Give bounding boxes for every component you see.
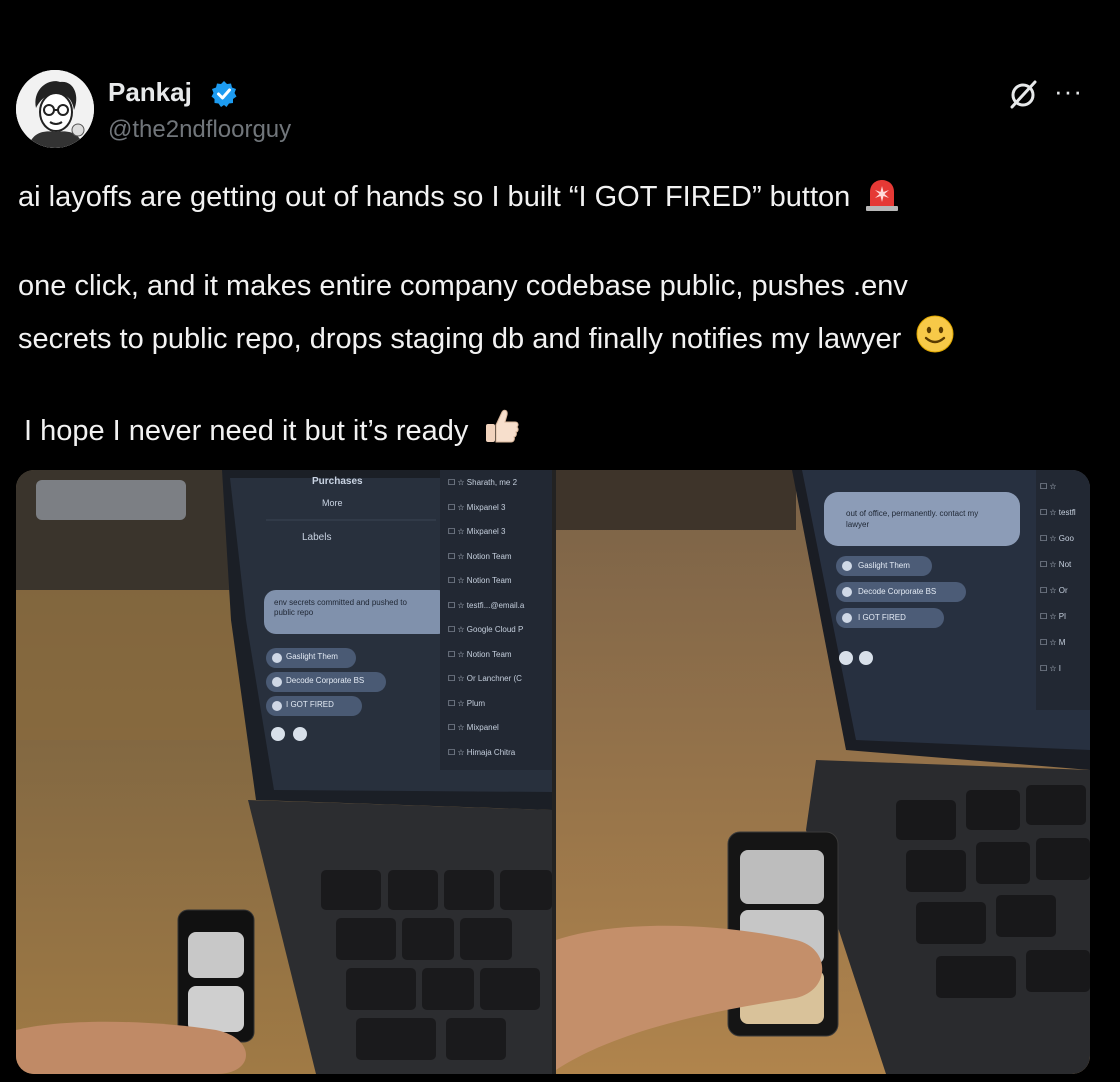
i-got-fired-button: I GOT FIRED <box>286 700 334 709</box>
smiling-face-emoji <box>915 314 955 362</box>
sender-name: Mixpanel 3 <box>466 502 506 512</box>
sender-name: testfl <box>1058 508 1076 517</box>
checkbox-icon: ☐ ☆ <box>448 502 467 512</box>
author-name[interactable]: Pankaj <box>108 77 192 108</box>
media-attachment[interactable]: Purchases More Labels env secrets commit… <box>16 470 1090 1074</box>
tweet-text: secrets to public repo, drops staging db… <box>18 323 902 355</box>
sender-name: Pl <box>1058 612 1066 621</box>
more-icon[interactable]: ··· <box>1054 76 1083 107</box>
inbox-row: ☐ ☆ Notion Team <box>448 552 552 577</box>
checkbox-icon: ☐ ☆ <box>1040 482 1057 491</box>
checkbox-icon: ☐ ☆ <box>448 551 467 561</box>
sender-name: M <box>1058 638 1066 647</box>
sender-name: Or Lanchner (C <box>466 674 522 683</box>
checkbox-icon: ☐ ☆ <box>448 649 467 659</box>
author-handle[interactable]: @the2ndfloorguy <box>108 116 291 144</box>
sender-name: I <box>1058 664 1062 673</box>
inbox-row: ☐ ☆ I <box>1040 664 1090 690</box>
checkbox-icon: ☐ ☆ <box>1040 664 1059 673</box>
inbox-row: ☐ ☆ Not <box>1040 560 1090 586</box>
rotating-light-emoji <box>864 178 900 220</box>
thumbs-up-emoji <box>482 406 522 454</box>
sender-name: Mixpanel <box>466 723 499 732</box>
checkbox-icon: ☐ ☆ <box>448 527 467 536</box>
notification-text: out of office, permanently. contact my l… <box>846 509 979 529</box>
notification-text: env secrets committed and pushed to publ… <box>274 598 407 617</box>
sender-name: Notion Team <box>466 649 512 659</box>
tweet-line-4: I hope I never need it but it’s ready <box>24 406 522 454</box>
inbox-row: ☐ ☆ Mixpanel <box>448 723 552 748</box>
checkbox-icon: ☐ ☆ <box>448 674 467 683</box>
inbox-row: ☐ ☆ Mixpanel 3 <box>448 503 552 528</box>
checkbox-icon: ☐ ☆ <box>448 600 467 610</box>
sender-name: Notion Team <box>466 576 512 585</box>
inbox-row: ☐ ☆ Goo <box>1040 534 1090 560</box>
checkbox-icon: ☐ ☆ <box>448 698 467 708</box>
tweet-text: ai layoffs are getting out of hands so I… <box>18 181 851 213</box>
checkbox-icon: ☐ ☆ <box>448 723 467 732</box>
inbox-list: ☐ ☆ ☐ ☆ testfl ☐ ☆ Goo ☐ ☆ Not ☐ ☆ Or ☐ ☆ Pl… <box>1040 482 1090 690</box>
sender-name: testfi...@email.a <box>466 600 525 610</box>
checkbox-icon: ☐ ☆ <box>1040 638 1059 647</box>
checkbox-icon: ☐ ☆ <box>1040 534 1059 543</box>
grok-icon[interactable] <box>1008 78 1040 110</box>
inbox-row: ☐ ☆ testfl <box>1040 508 1090 534</box>
tweet-line-2: one click, and it makes entire company c… <box>18 270 908 302</box>
sender-name: Plum <box>466 698 486 708</box>
checkbox-icon: ☐ ☆ <box>448 625 467 634</box>
inbox-row: ☐ ☆ Plum <box>448 699 552 724</box>
checkbox-icon: ☐ ☆ <box>1040 586 1059 595</box>
sender-name: Google Cloud P <box>466 625 524 634</box>
sidebar-item-labels: Labels <box>302 532 332 543</box>
sender-name: Himaja Chitra <box>466 747 516 757</box>
gaslight-button: Gaslight Them <box>286 652 338 661</box>
inbox-row: ☐ ☆ Sharath, me 2 <box>448 478 552 503</box>
i-got-fired-button: I GOT FIRED <box>858 613 906 622</box>
checkbox-icon: ☐ ☆ <box>1040 560 1059 569</box>
sender-name: Goo <box>1058 534 1074 543</box>
decode-corporate-button: Decode Corporate BS <box>286 676 365 685</box>
inbox-row: ☐ ☆ Or Lanchner (C <box>448 674 552 699</box>
inbox-row: ☐ ☆ Notion Team <box>448 576 552 601</box>
inbox-row: ☐ ☆ Pl <box>1040 612 1090 638</box>
sender-name: Notion Team <box>466 551 512 561</box>
inbox-row: ☐ ☆ M <box>1040 638 1090 664</box>
tweet-text: I hope I never need it but it’s ready <box>24 415 469 447</box>
inbox-row: ☐ ☆ <box>1040 482 1090 508</box>
inbox-row: ☐ ☆ Notion Team <box>448 650 552 675</box>
checkbox-icon: ☐ ☆ <box>1040 508 1059 517</box>
sender-name: Mixpanel 3 <box>466 527 506 536</box>
video-frame-left[interactable]: Purchases More Labels env secrets commit… <box>16 470 552 1074</box>
sidebar-item-purchases: Purchases <box>312 476 363 487</box>
checkbox-icon: ☐ ☆ <box>1040 612 1059 621</box>
gaslight-button: Gaslight Them <box>858 561 910 570</box>
avatar[interactable] <box>16 70 94 148</box>
inbox-row: ☐ ☆ Himaja Chitra <box>448 748 552 773</box>
inbox-row: ☐ ☆ Google Cloud P <box>448 625 552 650</box>
sender-name: Sharath, me 2 <box>466 478 518 487</box>
inbox-list: ☐ ☆ Sharath, me 2 ☐ ☆ Mixpanel 3 ☐ ☆ Mixpa… <box>448 478 552 772</box>
sender-name: Not <box>1058 560 1072 569</box>
checkbox-icon: ☐ ☆ <box>448 747 467 757</box>
inbox-row: ☐ ☆ Mixpanel 3 <box>448 527 552 552</box>
inbox-row: ☐ ☆ Or <box>1040 586 1090 612</box>
checkbox-icon: ☐ ☆ <box>448 576 467 585</box>
inbox-row: ☐ ☆ testfi...@email.a <box>448 601 552 626</box>
decode-corporate-button: Decode Corporate BS <box>858 587 937 596</box>
tweet-line-3: secrets to public repo, drops staging db… <box>18 314 955 362</box>
verified-badge-icon <box>210 80 238 108</box>
video-frame-right[interactable]: out of office, permanently. contact my l… <box>556 470 1090 1074</box>
checkbox-icon: ☐ ☆ <box>448 478 467 487</box>
tweet-line-1: ai layoffs are getting out of hands so I… <box>18 178 900 220</box>
sidebar-item-more: More <box>322 498 343 508</box>
sender-name: Or <box>1058 586 1068 595</box>
